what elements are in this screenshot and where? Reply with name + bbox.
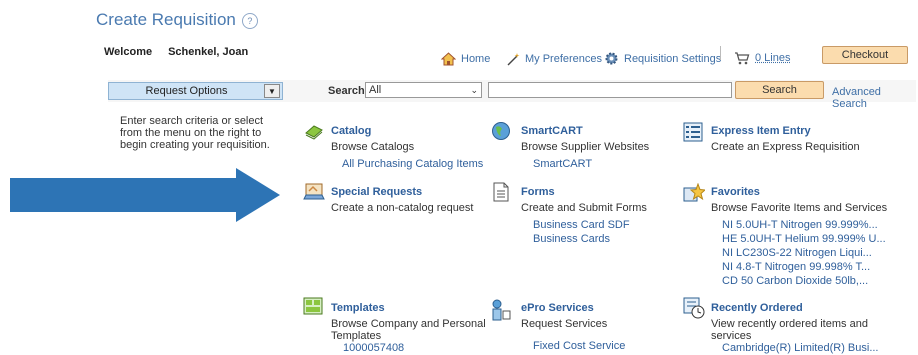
- my-preferences-link[interactable]: My Preferences: [506, 52, 602, 66]
- favorite-item-link[interactable]: NI 5.0UH-T Nitrogen 99.999%...: [722, 219, 887, 232]
- help-icon[interactable]: ?: [241, 12, 258, 29]
- catalog-link[interactable]: Catalog: [331, 125, 483, 137]
- express-entry-icon: [683, 122, 703, 145]
- express-tile: Express Item Entry Create an Express Req…: [711, 125, 860, 153]
- forms-sub-link[interactable]: Business Cards: [533, 233, 647, 246]
- special-requests-desc: Create a non-catalog request: [331, 202, 474, 214]
- arrow-head-icon: [236, 168, 280, 222]
- epro-services-icon: [491, 299, 511, 324]
- templates-link[interactable]: Templates: [331, 302, 511, 314]
- search-input[interactable]: [488, 82, 732, 98]
- recently-ordered-desc: View recently ordered items and services: [711, 318, 868, 342]
- favorites-star-icon: [683, 182, 707, 206]
- request-options-dropdown[interactable]: Request Options ▼: [108, 82, 283, 100]
- catalog-sub-link[interactable]: All Purchasing Catalog Items: [342, 158, 483, 171]
- cart-lines-link[interactable]: 0 Lines: [734, 51, 790, 65]
- search-category-select[interactable]: All ⌄: [365, 82, 482, 98]
- advanced-search-link[interactable]: Advanced Search: [832, 86, 918, 110]
- template-item-link[interactable]: 1000057408: [343, 342, 511, 355]
- smartcart-tile: SmartCART Browse Supplier Websites Smart…: [521, 125, 649, 171]
- express-item-entry-link[interactable]: Express Item Entry: [711, 125, 860, 137]
- checkout-button[interactable]: Checkout: [822, 46, 908, 64]
- gear-icon: [605, 52, 618, 65]
- home-icon: [441, 52, 456, 66]
- favorites-desc: Browse Favorite Items and Services: [711, 202, 888, 214]
- favorites-link[interactable]: Favorites: [711, 186, 887, 198]
- favorites-tile: Favorites Browse Favorite Items and Serv…: [711, 186, 887, 288]
- catalog-desc: Browse Catalogs: [331, 141, 415, 153]
- epro-services-desc: Request Services: [521, 318, 608, 330]
- recently-ordered-icon: [683, 297, 705, 322]
- magic-wand-icon: [507, 53, 520, 66]
- favorite-item-link[interactable]: CD 50 Carbon Dioxide 50lb,...: [722, 275, 887, 288]
- recent-item-link[interactable]: Cambridge(R) Limited(R) Busi...: [722, 342, 891, 355]
- arrow-pointer: [10, 178, 238, 212]
- catalog-tile: Catalog Browse Catalogs All Purchasing C…: [331, 125, 483, 171]
- smartcart-link[interactable]: SmartCART: [521, 125, 649, 137]
- special-requests-link[interactable]: Special Requests: [331, 186, 473, 198]
- search-label: Search: [328, 85, 365, 97]
- templates-tile: Templates Browse Company and Personal Te…: [331, 302, 511, 355]
- favorite-item-link[interactable]: NI LC230S-22 Nitrogen Liqui...: [722, 247, 887, 260]
- forms-tile: Forms Create and Submit Forms Business C…: [521, 186, 647, 246]
- chevron-down-icon: ⌄: [470, 84, 478, 95]
- express-desc: Create an Express Requisition: [711, 141, 860, 153]
- forms-link[interactable]: Forms: [521, 186, 647, 198]
- welcome-label: Welcome: [104, 46, 153, 58]
- smartcart-sub-link[interactable]: SmartCART: [533, 158, 649, 171]
- epro-services-link[interactable]: ePro Services: [521, 302, 625, 314]
- forms-desc: Create and Submit Forms: [521, 202, 647, 214]
- globe-icon: [491, 121, 511, 144]
- epro-sub-link[interactable]: Fixed Cost Service: [533, 340, 625, 353]
- epro-services-tile: ePro Services Request Services Fixed Cos…: [521, 302, 625, 353]
- recently-ordered-link[interactable]: Recently Ordered: [711, 302, 891, 314]
- favorite-item-link[interactable]: NI 4.8-T Nitrogen 99.998% T...: [722, 261, 887, 274]
- templates-icon: [303, 297, 323, 318]
- catalog-icon: [304, 123, 324, 144]
- form-document-icon: [493, 182, 509, 205]
- requisition-settings-link[interactable]: Requisition Settings: [604, 51, 721, 66]
- welcome-bar: Welcome Schenkel, Joan: [104, 46, 264, 58]
- special-request-icon: [303, 182, 325, 205]
- intro-text: Enter search criteria or select from the…: [120, 115, 270, 151]
- nav-divider: [720, 46, 721, 60]
- home-link[interactable]: Home: [441, 52, 490, 66]
- page-title: Create Requisition?: [96, 10, 258, 30]
- search-button[interactable]: Search: [735, 81, 824, 99]
- special-requests-tile: Special Requests Create a non-catalog re…: [331, 186, 473, 214]
- recently-ordered-tile: Recently Ordered View recently ordered i…: [711, 302, 891, 355]
- dropdown-arrow-icon: ▼: [264, 84, 280, 98]
- user-name: Schenkel, Joan: [168, 46, 249, 58]
- forms-sub-link[interactable]: Business Card SDF: [533, 219, 647, 232]
- smartcart-desc: Browse Supplier Websites: [521, 141, 650, 153]
- cart-icon: [735, 52, 750, 65]
- templates-desc: Browse Company and Personal Templates: [331, 318, 486, 342]
- favorite-item-link[interactable]: HE 5.0UH-T Helium 99.999% U...: [722, 233, 887, 246]
